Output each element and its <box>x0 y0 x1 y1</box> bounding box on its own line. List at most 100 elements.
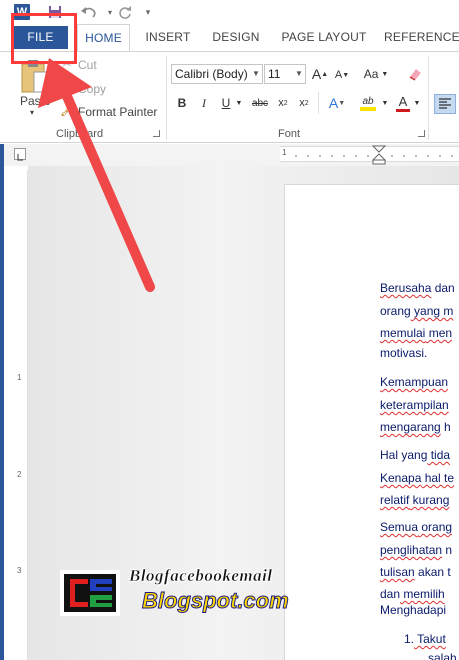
chevron-down-icon[interactable]: ▼ <box>234 94 244 112</box>
group-separator <box>318 92 319 114</box>
vertical-ruler-number: 2 <box>17 470 22 479</box>
chevron-down-icon[interactable]: ▼ <box>380 94 390 112</box>
annotation-highlight-box <box>11 13 77 64</box>
document-line: Menghadapi <box>380 603 446 617</box>
copy-icon: ⧉ <box>61 80 70 94</box>
document-line: salah <box>428 651 457 660</box>
highlight-swatch <box>360 106 376 111</box>
document-text-run: yang m <box>410 304 454 318</box>
chevron-down-icon[interactable]: ▼ <box>412 94 422 112</box>
document-text-run: akan t <box>414 565 451 579</box>
document-text-run: keterampilan <box>380 398 449 412</box>
paste-dropdown-icon[interactable]: ▾ <box>30 108 34 117</box>
bold-button[interactable]: B <box>174 94 190 112</box>
font-name-select[interactable]: Calibri (Body) ▼ <box>171 64 263 84</box>
copy-button[interactable]: Copy <box>78 82 106 96</box>
tab-references[interactable]: REFERENCES <box>384 24 459 51</box>
align-left-button[interactable] <box>434 94 456 114</box>
document-text-run: memilih <box>400 587 445 601</box>
document-line: dan memilih <box>380 587 445 601</box>
window-edge <box>0 144 4 660</box>
clear-formatting-icon[interactable] <box>404 64 426 84</box>
document-text-run: Kenapa <box>380 471 422 485</box>
font-size-select[interactable]: 11 ▼ <box>264 64 306 84</box>
change-case-button[interactable]: Aa ▼ <box>360 64 392 84</box>
document-text-run: Berusaha <box>380 281 432 295</box>
chevron-down-icon: ▼ <box>381 70 389 78</box>
indent-marker-icon[interactable] <box>372 145 386 165</box>
format-painter-icon: 🖌 <box>60 103 76 117</box>
document-text-run: mengarang <box>380 420 441 434</box>
document-text-run: tulisan <box>380 565 415 579</box>
undo-icon[interactable] <box>76 3 102 21</box>
document-text-run: orang <box>418 520 453 534</box>
tab-design[interactable]: DESIGN <box>206 24 266 51</box>
document-text-run: memulai <box>380 326 426 340</box>
document-line: Kemampuan <box>380 375 448 389</box>
vertical-ruler-number: 1 <box>17 373 22 382</box>
document-text-run: orang <box>380 304 411 318</box>
document-line: Kenapa hal te <box>380 471 454 485</box>
vertical-ruler-number: 3 <box>17 566 22 575</box>
document-text-run: relatif <box>380 493 410 507</box>
document-text-run: dan <box>380 587 401 601</box>
font-launcher-icon[interactable] <box>418 130 425 137</box>
shrink-font-button[interactable]: A ▼ <box>333 65 351 85</box>
clipboard-launcher-icon[interactable] <box>153 130 160 137</box>
customize-icon[interactable]: ▾ <box>142 3 154 21</box>
document-text-run: h <box>440 420 451 434</box>
document-line: mengarang h <box>380 420 451 434</box>
paste-button[interactable]: Paste <box>20 94 51 108</box>
font-color-button[interactable]: A <box>394 94 412 112</box>
tab-insert[interactable]: INSERT <box>140 24 196 51</box>
document-text-run: kurang <box>409 493 450 507</box>
tab-selector-icon[interactable] <box>14 148 26 161</box>
underline-button[interactable]: U <box>218 94 234 112</box>
group-separator <box>428 56 429 140</box>
document-text-run: Kemampuan <box>380 375 449 389</box>
caret-up-icon: ▲ <box>321 70 329 78</box>
chevron-down-icon: ▼ <box>338 99 346 107</box>
italic-button[interactable]: I <box>196 94 212 112</box>
document-text-run: hal te <box>421 471 455 485</box>
strikethrough-button[interactable]: abc <box>250 94 270 112</box>
document-text-run: penglihatan <box>380 543 443 557</box>
document-line: orang yang m <box>380 304 453 318</box>
ribbon: Paste ▾ ✂ Cut ⧉ Copy 🖌 Format Painter Cl… <box>0 51 459 143</box>
document-text-run: Semua <box>380 520 419 534</box>
text-effects-button[interactable]: A ▼ <box>327 94 347 112</box>
document-text-run: Menghadapi <box>380 603 447 617</box>
grow-font-button[interactable]: A ▲ <box>311 64 329 84</box>
document-line: motivasi. <box>380 346 427 360</box>
tab-page-layout[interactable]: PAGE LAYOUT <box>276 24 372 51</box>
document-line: 1. Takut <box>404 632 446 646</box>
document-text-run: tida <box>427 448 451 462</box>
cut-button[interactable]: Cut <box>78 58 97 72</box>
document-line: Hal yang tida <box>380 448 450 462</box>
clipboard-group-label: Clipboard <box>56 128 104 140</box>
format-painter-button[interactable]: Format Painter <box>78 105 157 119</box>
document-line: Semua orang <box>380 520 452 534</box>
vertical-ruler[interactable] <box>13 170 28 660</box>
watermark-line2: Blogspot.com <box>142 588 290 614</box>
caret-down-icon: ▼ <box>342 71 350 79</box>
highlight-color-button[interactable]: ab <box>356 94 380 112</box>
document-line: keterampilan <box>380 398 449 412</box>
superscript-button[interactable]: x2 <box>296 94 312 112</box>
document-text-run: salah <box>428 651 457 660</box>
font-color-swatch <box>396 109 410 112</box>
document-line: memulai men <box>380 326 452 340</box>
document-line: tulisan akan t <box>380 565 451 579</box>
document-text-run: motivasi. <box>380 346 428 360</box>
horizontal-ruler[interactable]: 1 <box>280 145 459 165</box>
tab-home[interactable]: HOME <box>77 24 130 52</box>
document-line: penglihatan n <box>380 543 452 557</box>
chevron-down-icon: ▼ <box>295 69 303 78</box>
document-text-run: 1. <box>404 632 415 646</box>
redo-icon[interactable] <box>114 3 136 21</box>
font-group-label: Font <box>278 128 301 140</box>
document-text-run: dan <box>431 281 455 295</box>
subscript-button[interactable]: x2 <box>275 94 291 112</box>
document-text-run: men <box>425 326 453 340</box>
watermark-logo <box>60 570 120 616</box>
